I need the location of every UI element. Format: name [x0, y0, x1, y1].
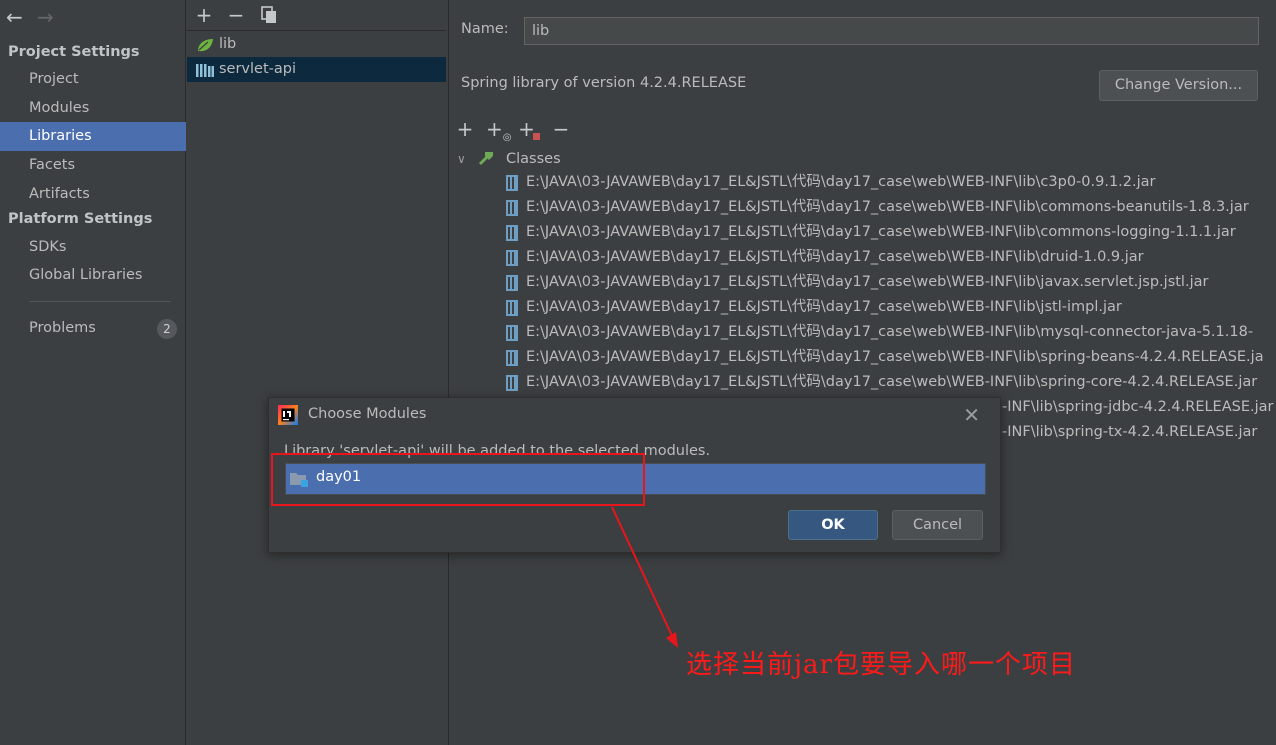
jar-path: E:\JAVA\03-JAVAWEB\day17_EL&JSTL\代码\day1…: [526, 199, 1249, 215]
sidebar-item-modules[interactable]: Modules: [0, 94, 186, 123]
jar-item[interactable]: E:\JAVA\03-JAVAWEB\day17_EL&JSTL\代码\day1…: [505, 370, 1257, 395]
sidebar-item-facets[interactable]: Facets: [0, 151, 186, 180]
library-name-input[interactable]: [524, 17, 1259, 45]
annotation-highlight-box: [271, 453, 645, 506]
jar-path: E:\JAVA\03-JAVAWEB\day17_EL&JSTL\代码\day1…: [526, 324, 1254, 340]
jar-path: E:\JAVA\03-JAVAWEB\day17_EL&JSTL\代码\day1…: [526, 224, 1236, 240]
library-item-servlet-api[interactable]: servlet-api: [187, 57, 446, 82]
jar-file-icon: [505, 350, 519, 366]
back-arrow-icon[interactable]: ←: [6, 6, 23, 28]
ok-button[interactable]: OK: [788, 510, 878, 540]
jar-item[interactable]: E:\JAVA\03-JAVAWEB\day17_EL&JSTL\代码\day1…: [505, 220, 1236, 245]
library-details-panel: Name: Spring library of version 4.2.4.RE…: [448, 0, 1276, 745]
jar-file-icon: [505, 325, 519, 341]
intellij-logo-icon: [278, 405, 298, 429]
jar-item[interactable]: E:\JAVA\03-JAVAWEB\day17_EL&JSTL\代码\day1…: [505, 270, 1208, 295]
spring-leaf-icon: [196, 37, 214, 52]
attach-files-icon[interactable]: +: [518, 118, 540, 140]
jar-file-icon: [505, 300, 519, 316]
classes-node[interactable]: ∨ Classes: [457, 148, 561, 170]
jar-item[interactable]: E:\JAVA\03-JAVAWEB\day17_EL&JSTL\代码\day1…: [505, 245, 1144, 270]
jar-item[interactable]: E:\JAVA\03-JAVAWEB\day17_EL&JSTL\代码\day1…: [505, 320, 1253, 345]
name-label: Name:: [461, 21, 509, 37]
jar-file-icon: [505, 225, 519, 241]
forward-arrow-icon[interactable]: →: [37, 6, 54, 28]
problems-label: Problems: [29, 320, 96, 336]
jar-item[interactable]: E:\JAVA\03-JAVAWEB\day17_EL&JSTL\代码\day1…: [505, 295, 1122, 320]
jar-item[interactable]: E:\JAVA\03-JAVAWEB\day17_EL&JSTL\代码\day1…: [505, 345, 1264, 370]
jar-path: E:\JAVA\03-JAVAWEB\day17_EL&JSTL\代码\day1…: [526, 274, 1209, 290]
classes-label: Classes: [506, 151, 561, 167]
cancel-button[interactable]: Cancel: [892, 510, 983, 540]
spring-version-text: Spring library of version 4.2.4.RELEASE: [461, 75, 747, 91]
chevron-down-icon[interactable]: ∨: [457, 152, 466, 166]
copy-library-icon[interactable]: [257, 3, 281, 27]
jar-path: E:\JAVA\03-JAVAWEB\day17_EL&JSTL\代码\day1…: [526, 349, 1264, 365]
project-settings-header: Project Settings: [8, 44, 140, 60]
problems-count-badge: 2: [157, 319, 177, 339]
jar-item[interactable]: E:\JAVA\03-JAVAWEB\day17_EL&JSTL\代码\day1…: [505, 170, 1156, 195]
sidebar-item-sdks[interactable]: SDKs: [0, 233, 186, 262]
jar-file-icon: [505, 200, 519, 216]
jar-path: E:\JAVA\03-JAVAWEB\day17_EL&JSTL\代码\day1…: [526, 374, 1258, 390]
add-class-icon[interactable]: +: [454, 118, 476, 140]
jar-item[interactable]: -INF\lib\spring-jdbc-4.2.4.RELEASE.jar: [1002, 395, 1274, 420]
library-item-lib[interactable]: lib: [187, 32, 446, 57]
add-library-icon[interactable]: +: [192, 3, 216, 27]
library-item-label: servlet-api: [219, 61, 297, 77]
change-version-button[interactable]: Change Version...: [1099, 70, 1258, 101]
sidebar-item-libraries[interactable]: Libraries: [0, 122, 186, 151]
jar-file-icon: [505, 275, 519, 291]
jar-path: E:\JAVA\03-JAVAWEB\day17_EL&JSTL\代码\day1…: [526, 299, 1122, 315]
sidebar-item-global-libraries[interactable]: Global Libraries: [0, 261, 186, 290]
jar-item[interactable]: E:\JAVA\03-JAVAWEB\day17_EL&JSTL\代码\day1…: [505, 195, 1249, 220]
sidebar-item-problems[interactable]: Problems 2: [0, 314, 186, 343]
close-icon[interactable]: ✕: [963, 403, 980, 427]
annotation-text: 选择当前jar包要导入哪一个项目: [686, 650, 1076, 680]
classes-icon: [478, 150, 496, 173]
jar-path: E:\JAVA\03-JAVAWEB\day17_EL&JSTL\代码\day1…: [526, 174, 1156, 190]
dialog-title: Choose Modules: [308, 406, 427, 422]
library-jar-icon: [196, 62, 214, 77]
jar-path: -INF\lib\spring-jdbc-4.2.4.RELEASE.jar: [1002, 399, 1274, 415]
sidebar-item-artifacts[interactable]: Artifacts: [0, 180, 186, 209]
jar-path: E:\JAVA\03-JAVAWEB\day17_EL&JSTL\代码\day1…: [526, 249, 1144, 265]
sidebar-item-project[interactable]: Project: [0, 65, 186, 94]
platform-settings-header: Platform Settings: [8, 211, 153, 227]
jar-file-icon: [505, 375, 519, 391]
settings-sidebar: ← → Project Settings Project Modules Lib…: [0, 0, 186, 745]
jar-file-icon: [505, 250, 519, 266]
sidebar-divider: [29, 301, 171, 302]
jar-item[interactable]: -INF\lib\spring-tx-4.2.4.RELEASE.jar: [1002, 420, 1257, 445]
remove-class-icon[interactable]: −: [550, 118, 572, 140]
jar-file-icon: [505, 175, 519, 191]
library-item-label: lib: [219, 36, 237, 52]
library-list-panel: + − lib servlet-api: [187, 0, 446, 745]
remove-library-icon[interactable]: −: [224, 3, 248, 27]
jar-path: -INF\lib\spring-tx-4.2.4.RELEASE.jar: [1002, 424, 1258, 440]
